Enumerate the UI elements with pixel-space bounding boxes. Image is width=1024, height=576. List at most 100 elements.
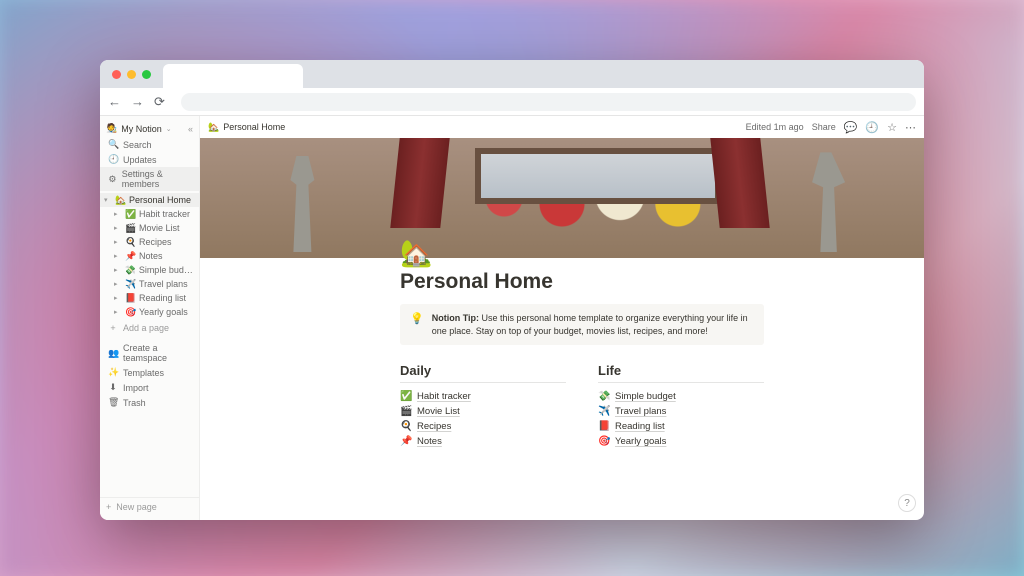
caret-right-icon[interactable]: ▸ [114,308,122,316]
sidebar-add-page[interactable]: + Add a page [100,321,199,335]
tree-item-label: Yearly goals [139,307,188,317]
search-icon: 🔍 [108,139,118,150]
workspace-switcher[interactable]: 🧑‍🎨 My Notion ⌄ « [100,120,199,137]
column-heading[interactable]: Life [598,363,764,383]
favorite-icon[interactable]: ☆ [887,121,897,134]
back-button[interactable]: ← [108,94,121,109]
page-link[interactable]: 📌Notes [400,434,566,449]
trash-icon: 🗑 [108,397,118,408]
browser-tab[interactable] [163,64,303,88]
browser-tab-strip [100,60,924,88]
tree-item[interactable]: ▸🎯Yearly goals [100,305,199,319]
page-emoji[interactable]: 🏡 [400,240,764,266]
page-title[interactable]: Personal Home [400,270,764,294]
page-content: 🏡 Personal Home 💡 Notion Tip: Use this p… [200,258,924,520]
sidebar-search[interactable]: 🔍 Search [100,137,199,152]
forward-button[interactable]: → [131,94,144,109]
notion-app: 🧑‍🎨 My Notion ⌄ « 🔍 Search 🕘 Updates ⚙ S… [100,116,924,520]
sidebar-trash[interactable]: 🗑 Trash [100,395,199,410]
tree-item[interactable]: ▸📌Notes [100,249,199,263]
caret-right-icon[interactable]: ▸ [114,280,122,288]
plus-icon: + [106,502,111,512]
sidebar-import-label: Import [123,383,149,393]
page-link[interactable]: 💸 Simple budget [598,389,764,404]
page-link-label: Recipes [417,421,451,432]
help-button[interactable]: ? [898,494,916,512]
updates-icon[interactable]: 🕘 [865,121,879,134]
tree-item[interactable]: ▸✅Habit tracker [100,207,199,221]
caret-right-icon[interactable]: ▸ [114,238,122,246]
page-icon: 🎯 [125,307,136,318]
sidebar-add-page-label: Add a page [123,323,169,333]
tree-item[interactable]: ▸💸Simple budget [100,263,199,277]
page-link[interactable]: 📕Reading list [598,419,764,434]
sidebar-settings[interactable]: ⚙ Settings & members [100,167,199,191]
page-link[interactable]: 🎯Yearly goals [598,434,764,449]
tree-root-label: Personal Home [129,195,191,205]
sidebar-templates[interactable]: ✨ Templates [100,365,199,380]
tree-item[interactable]: ▸🍳Recipes [100,235,199,249]
caret-right-icon[interactable]: ▸ [114,252,122,260]
caret-right-icon[interactable]: ▸ [114,224,122,232]
sidebar-create-teamspace-label: Create a teamspace [123,343,193,363]
share-button[interactable]: Share [812,122,836,132]
page-icon: 🍳 [125,237,136,248]
fullscreen-window-button[interactable] [142,70,151,79]
people-icon: 👥 [108,348,118,359]
page-link-label: Simple budget [615,391,676,402]
caret-right-icon[interactable]: ▸ [114,294,122,302]
page-link-icon: ✅ [400,391,412,402]
address-bar[interactable] [181,93,916,111]
minimize-window-button[interactable] [127,70,136,79]
workspace-icon: 🧑‍🎨 [106,123,117,134]
tree-item[interactable]: ▸🎬Movie List [100,221,199,235]
column-heading[interactable]: Daily [400,363,566,383]
sidebar-new-page[interactable]: + New page [100,497,199,516]
page-icon: 🏡 [115,195,126,206]
page-link[interactable]: 🍳Recipes [400,419,566,434]
collapse-sidebar-icon[interactable]: « [188,124,193,134]
sidebar-templates-label: Templates [123,368,164,378]
page-link[interactable]: 🎬Movie List [400,404,566,419]
callout-block[interactable]: 💡 Notion Tip: Use this personal home tem… [400,304,764,345]
column: Life 💸 Simple budget ✈️Travel plans📕Reading… [598,363,764,449]
page-link-icon: 💸 [598,391,610,402]
page-link[interactable]: ✅ Habit tracker [400,389,566,404]
more-icon[interactable]: ⋯ [905,121,916,134]
gear-icon: ⚙ [108,174,117,185]
tree-item-label: Simple budget [139,265,195,275]
sidebar-search-label: Search [123,140,152,150]
breadcrumb-icon: 🏡 [208,122,219,133]
comments-icon[interactable]: 💬 [844,121,858,134]
page-icon: 📕 [125,293,136,304]
browser-window: ← → ⟳ 🧑‍🎨 My Notion ⌄ « 🔍 Search 🕘 Updat… [100,60,924,520]
sidebar-updates[interactable]: 🕘 Updates [100,152,199,167]
edited-timestamp: Edited 1m ago [746,122,804,132]
topbar: 🏡 Personal Home Edited 1m ago Share 💬 🕘 … [200,116,924,138]
breadcrumb[interactable]: 🏡 Personal Home [208,122,285,133]
caret-down-icon[interactable]: ▾ [104,196,112,204]
close-window-button[interactable] [112,70,121,79]
download-icon: ⬇ [108,382,118,393]
sidebar-create-teamspace[interactable]: 👥 Create a teamspace [100,341,199,365]
caret-right-icon[interactable]: ▸ [114,210,122,218]
sidebar-page-tree: ▾ 🏡 Personal Home ▸✅Habit tracker▸🎬Movie… [100,191,199,321]
template-icon: ✨ [108,367,118,378]
page-link-label: Travel plans [615,406,666,417]
page-link-label: Movie List [417,406,460,417]
sidebar-updates-label: Updates [123,155,157,165]
callout-text: Notion Tip: Use this personal home templ… [432,312,754,337]
tree-item-label: Reading list [139,293,186,303]
tree-root-personal-home[interactable]: ▾ 🏡 Personal Home [100,193,199,207]
reload-button[interactable]: ⟳ [154,94,165,110]
tree-item[interactable]: ▸✈️Travel plans [100,277,199,291]
page-link-label: Reading list [615,421,665,432]
sidebar-import[interactable]: ⬇ Import [100,380,199,395]
page-link-icon: 📌 [400,436,412,447]
caret-right-icon[interactable]: ▸ [114,266,122,274]
page-link[interactable]: ✈️Travel plans [598,404,764,419]
tree-item[interactable]: ▸📕Reading list [100,291,199,305]
page-link-label: Habit tracker [417,391,471,402]
plus-icon: + [108,323,118,333]
page-icon: 📌 [125,251,136,262]
